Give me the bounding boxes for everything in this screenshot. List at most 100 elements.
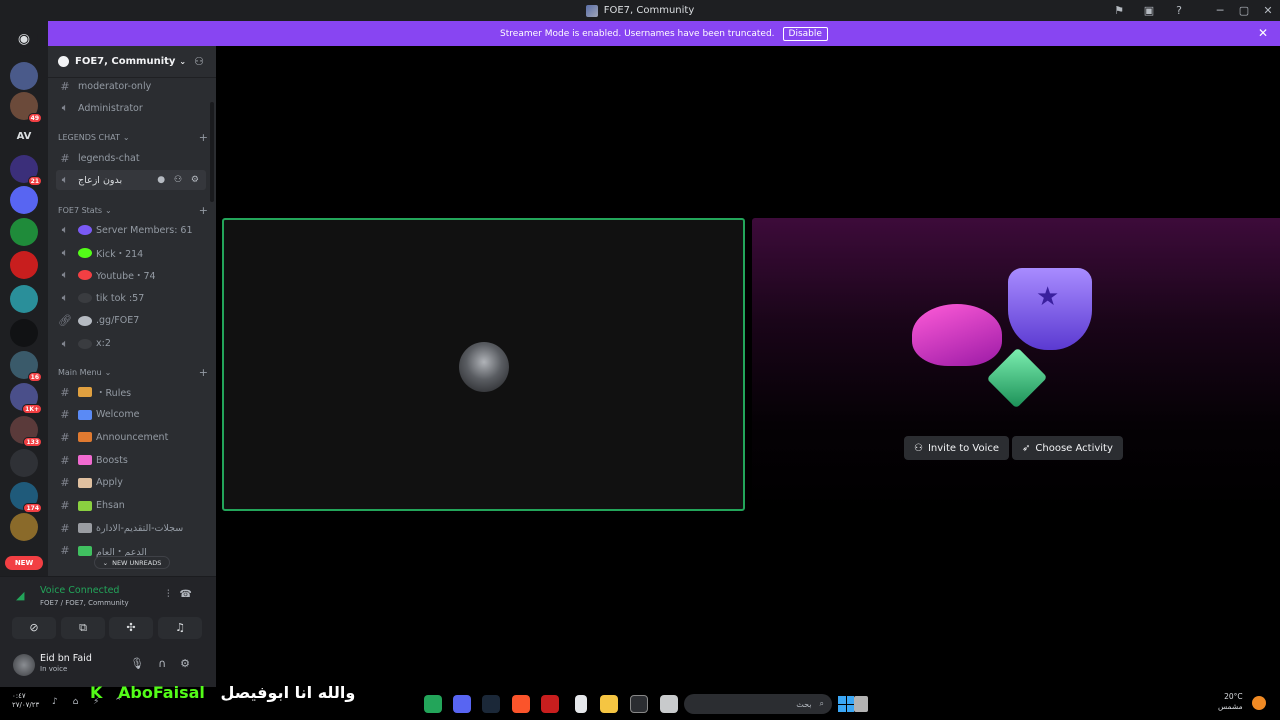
- search-placeholder: بحث: [796, 699, 812, 709]
- channel-label: سجلات-التقديم-الادارة: [96, 522, 184, 534]
- server-icon[interactable]: 133: [10, 416, 42, 447]
- text-channel[interactable]: # Welcome: [56, 405, 206, 425]
- choose-activity-button[interactable]: ➶ Choose Activity: [1012, 436, 1123, 460]
- speaker-icon: 🔈︎: [61, 101, 69, 114]
- headphones-icon[interactable]: ∩: [158, 657, 180, 670]
- text-channel[interactable]: # Boosts: [56, 450, 206, 470]
- close-window-button[interactable]: ✕: [1256, 4, 1280, 17]
- app-icon[interactable]: [541, 695, 559, 713]
- mouse-icon[interactable]: [575, 695, 587, 713]
- add-channel-icon[interactable]: +: [199, 366, 208, 379]
- file-icon[interactable]: [660, 695, 678, 713]
- discord-icon[interactable]: [453, 695, 471, 713]
- display-icon[interactable]: ▣: [1134, 4, 1164, 17]
- server-icon[interactable]: [10, 218, 38, 246]
- server-icon[interactable]: 174: [10, 482, 42, 513]
- server-header[interactable]: FOE7, Community ⌄ ⚇: [48, 46, 216, 78]
- search-icon: ⌕: [819, 699, 824, 708]
- text-channel[interactable]: # Ehsan: [56, 496, 206, 516]
- minimize-button[interactable]: ─: [1208, 4, 1232, 17]
- search-input[interactable]: بحث ⌕: [684, 694, 832, 714]
- new-unreads-pill[interactable]: NEW: [5, 556, 43, 570]
- disconnect-icon[interactable]: ☎: [180, 589, 202, 600]
- sidebar-scrollbar[interactable]: [210, 102, 214, 202]
- text-channel[interactable]: # ・Rules: [56, 382, 206, 402]
- chat-icon[interactable]: [424, 695, 442, 713]
- camera-off-icon[interactable]: ⊘: [12, 617, 56, 639]
- channel-administrator[interactable]: 🔈︎ Administrator: [56, 98, 206, 118]
- user-status: In voice: [40, 665, 68, 673]
- close-icon[interactable]: ✕: [1258, 26, 1268, 40]
- text-channel[interactable]: # سجلات-التقديم-الادارة: [56, 518, 206, 538]
- stat-channel[interactable]: 🔈︎ Kick・214: [56, 243, 206, 263]
- emoji-icon: [78, 315, 92, 326]
- screen-share-icon[interactable]: ⧉: [61, 617, 105, 639]
- user-controls[interactable]: 🎙︎∩⚙: [130, 657, 204, 670]
- maximize-button[interactable]: ▢: [1232, 4, 1256, 17]
- soundboard-icon[interactable]: ♫: [158, 617, 202, 639]
- folder-icon[interactable]: [600, 695, 618, 713]
- disable-streamer-button[interactable]: Disable: [782, 26, 828, 41]
- participant-tile[interactable]: [222, 218, 745, 511]
- text-channel[interactable]: # Apply: [56, 473, 206, 493]
- server-icon[interactable]: [10, 513, 38, 541]
- star-icon: ★: [1036, 282, 1060, 312]
- voice-status[interactable]: Voice Connected: [40, 585, 119, 596]
- stat-channel[interactable]: 🔈︎ x:2: [56, 334, 206, 354]
- server-icon[interactable]: 21: [10, 155, 42, 186]
- server-icon[interactable]: [10, 251, 38, 279]
- noise-suppression-icon[interactable]: ⫶: [167, 589, 180, 600]
- channel-label: Administrator: [78, 102, 143, 114]
- add-channel-icon[interactable]: +: [199, 204, 208, 217]
- category-legends-chat[interactable]: LEGENDS CHAT ⌄ +: [58, 131, 208, 144]
- stat-channel[interactable]: 🔈︎ Server Members: 61: [56, 220, 206, 240]
- channel-no-disturb[interactable]: 🔈︎ بدون ازعاج ● ⚇ ⚙: [56, 170, 206, 190]
- server-icon[interactable]: [10, 186, 38, 214]
- server-icon[interactable]: 49: [10, 92, 42, 123]
- kick-logo-icon: K: [90, 683, 103, 702]
- help-icon[interactable]: ?: [1164, 4, 1194, 17]
- taskview-icon[interactable]: [854, 696, 868, 712]
- avatar[interactable]: [459, 342, 509, 392]
- weather-widget[interactable]: 20°C مشمس: [1218, 692, 1243, 712]
- store-icon[interactable]: [630, 695, 648, 713]
- steam-icon[interactable]: [482, 695, 500, 713]
- server-icon[interactable]: [10, 319, 38, 347]
- avatar[interactable]: [13, 654, 35, 676]
- server-icon[interactable]: 16: [10, 351, 42, 382]
- server-icon[interactable]: 1K+: [10, 383, 42, 414]
- category-main-menu[interactable]: Main Menu ⌄ +: [58, 366, 208, 379]
- stat-channel[interactable]: 🔈︎ Youtube・74: [56, 265, 206, 285]
- gear-icon[interactable]: ⚙: [180, 657, 204, 670]
- microphone-icon[interactable]: 🎙︎: [130, 657, 158, 670]
- discord-home-icon[interactable]: ◉: [10, 25, 38, 53]
- stat-channel[interactable]: 🔈︎ tik tok :57: [56, 288, 206, 308]
- channel-label: ・Rules: [96, 388, 132, 399]
- clock[interactable]: ٠:٤٧ ٢٧/٠٧/٢٣: [12, 692, 39, 710]
- invite-people-icon[interactable]: ⚇: [194, 55, 204, 68]
- invite-to-voice-button[interactable]: ⚇ Invite to Voice: [904, 436, 1010, 460]
- channel-legends-chat[interactable]: # legends-chat: [56, 148, 206, 168]
- server-icon[interactable]: [10, 62, 38, 90]
- add-channel-icon[interactable]: +: [199, 131, 208, 144]
- brave-icon[interactable]: [512, 695, 530, 713]
- server-icon[interactable]: AV: [10, 123, 38, 151]
- server-label: AV: [16, 131, 32, 142]
- text-channel[interactable]: # Announcement: [56, 427, 206, 447]
- server-icon[interactable]: [10, 449, 38, 477]
- new-unreads-button[interactable]: ⌄ NEW UNREADS: [94, 556, 170, 569]
- inbox-icon[interactable]: ⚑: [1104, 4, 1134, 17]
- speaker-icon: 🔈︎: [61, 268, 69, 282]
- channel-moderator-only[interactable]: # moderator-only: [56, 76, 206, 96]
- channel-tools[interactable]: ● ⚇ ⚙: [157, 175, 202, 185]
- windows-start-icon[interactable]: [838, 696, 854, 712]
- stat-channel[interactable]: 🔗︎ .gg/FOE7: [56, 311, 206, 331]
- activities-icon[interactable]: ✣: [109, 617, 153, 639]
- voice-channel-path[interactable]: FOE7 / FOE7, Community: [40, 599, 129, 607]
- emoji-icon: [78, 523, 92, 534]
- mention-badge: 49: [27, 113, 42, 123]
- voice-controls[interactable]: ⫶☎: [167, 589, 202, 600]
- username[interactable]: Eid bn Faid: [40, 653, 92, 664]
- server-icon[interactable]: [10, 285, 38, 313]
- category-foe7-stats[interactable]: FOE7 Stats ⌄ +: [58, 204, 208, 217]
